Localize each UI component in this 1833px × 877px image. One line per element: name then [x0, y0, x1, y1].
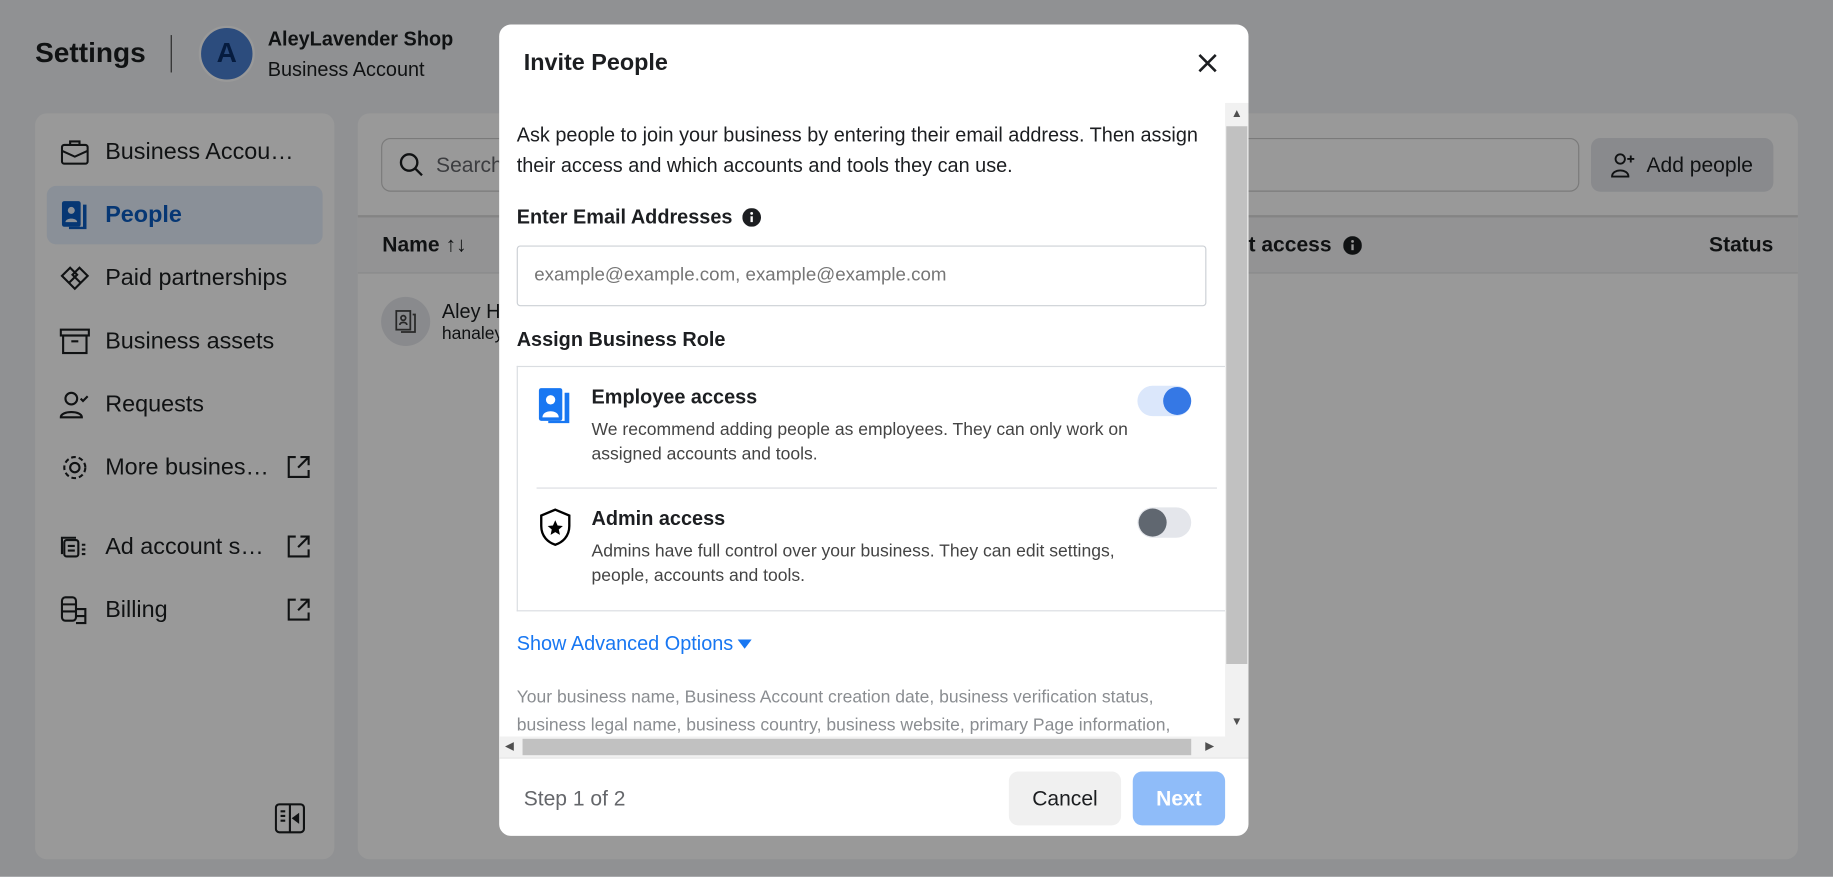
role-list: Employee access We recommend adding peop…	[516, 365, 1226, 612]
role-label: Assign Business Role	[516, 328, 726, 351]
toggle-knob	[1163, 386, 1192, 415]
scroll-left-icon[interactable]: ◀	[505, 741, 514, 753]
fine-print: Your business name, Business Account cre…	[516, 687, 1171, 736]
role-divider	[536, 487, 1217, 489]
info-icon[interactable]	[741, 208, 761, 227]
scroll-up-icon[interactable]: ▲	[1231, 108, 1243, 121]
settings-page: Settings A AleyLavender Shop Business Ac…	[0, 0, 1833, 877]
role-title: Employee access	[591, 385, 758, 408]
admin-access-toggle[interactable]	[1137, 507, 1192, 538]
shield-star-icon	[540, 508, 571, 546]
email-label: Enter Email Addresses	[517, 206, 761, 229]
role-title: Admin access	[591, 507, 726, 530]
caret-down-icon	[737, 639, 752, 649]
role-description: We recommend adding people as employees.…	[591, 419, 1128, 465]
email-addresses-input[interactable]	[516, 245, 1207, 307]
dialog-footer: Step 1 of 2 Cancel Next	[499, 757, 1249, 836]
vertical-scroll-thumb[interactable]	[1226, 126, 1248, 664]
cancel-button[interactable]: Cancel	[1008, 771, 1122, 826]
scroll-down-icon[interactable]: ▼	[1231, 716, 1243, 729]
toggle-knob	[1138, 508, 1167, 537]
scroll-right-icon[interactable]: ▶	[1205, 741, 1214, 753]
invite-people-dialog: Invite People Ask people to join your bu…	[499, 24, 1249, 836]
close-icon[interactable]	[1192, 48, 1222, 78]
show-advanced-options-link[interactable]: Show Advanced Options	[517, 632, 752, 655]
employee-badge-icon	[538, 388, 570, 424]
dialog-body: Ask people to join your business by ente…	[499, 102, 1249, 758]
horizontal-scrollbar[interactable]: ◀ ▶	[499, 736, 1249, 758]
role-description: Admins have full control over your busin…	[591, 541, 1115, 586]
intro-text: Ask people to join your business by ente…	[516, 123, 1198, 177]
employee-access-toggle[interactable]	[1137, 385, 1192, 417]
dialog-title: Invite People	[523, 50, 668, 76]
advanced-label: Show Advanced Options	[516, 632, 734, 655]
step-indicator: Step 1 of 2	[523, 786, 626, 811]
vertical-scrollbar[interactable]: ▲ ▼	[1225, 102, 1249, 737]
horizontal-scroll-thumb[interactable]	[522, 738, 1192, 756]
email-label-text: Enter Email Addresses	[516, 205, 733, 228]
next-button[interactable]: Next	[1132, 771, 1226, 826]
